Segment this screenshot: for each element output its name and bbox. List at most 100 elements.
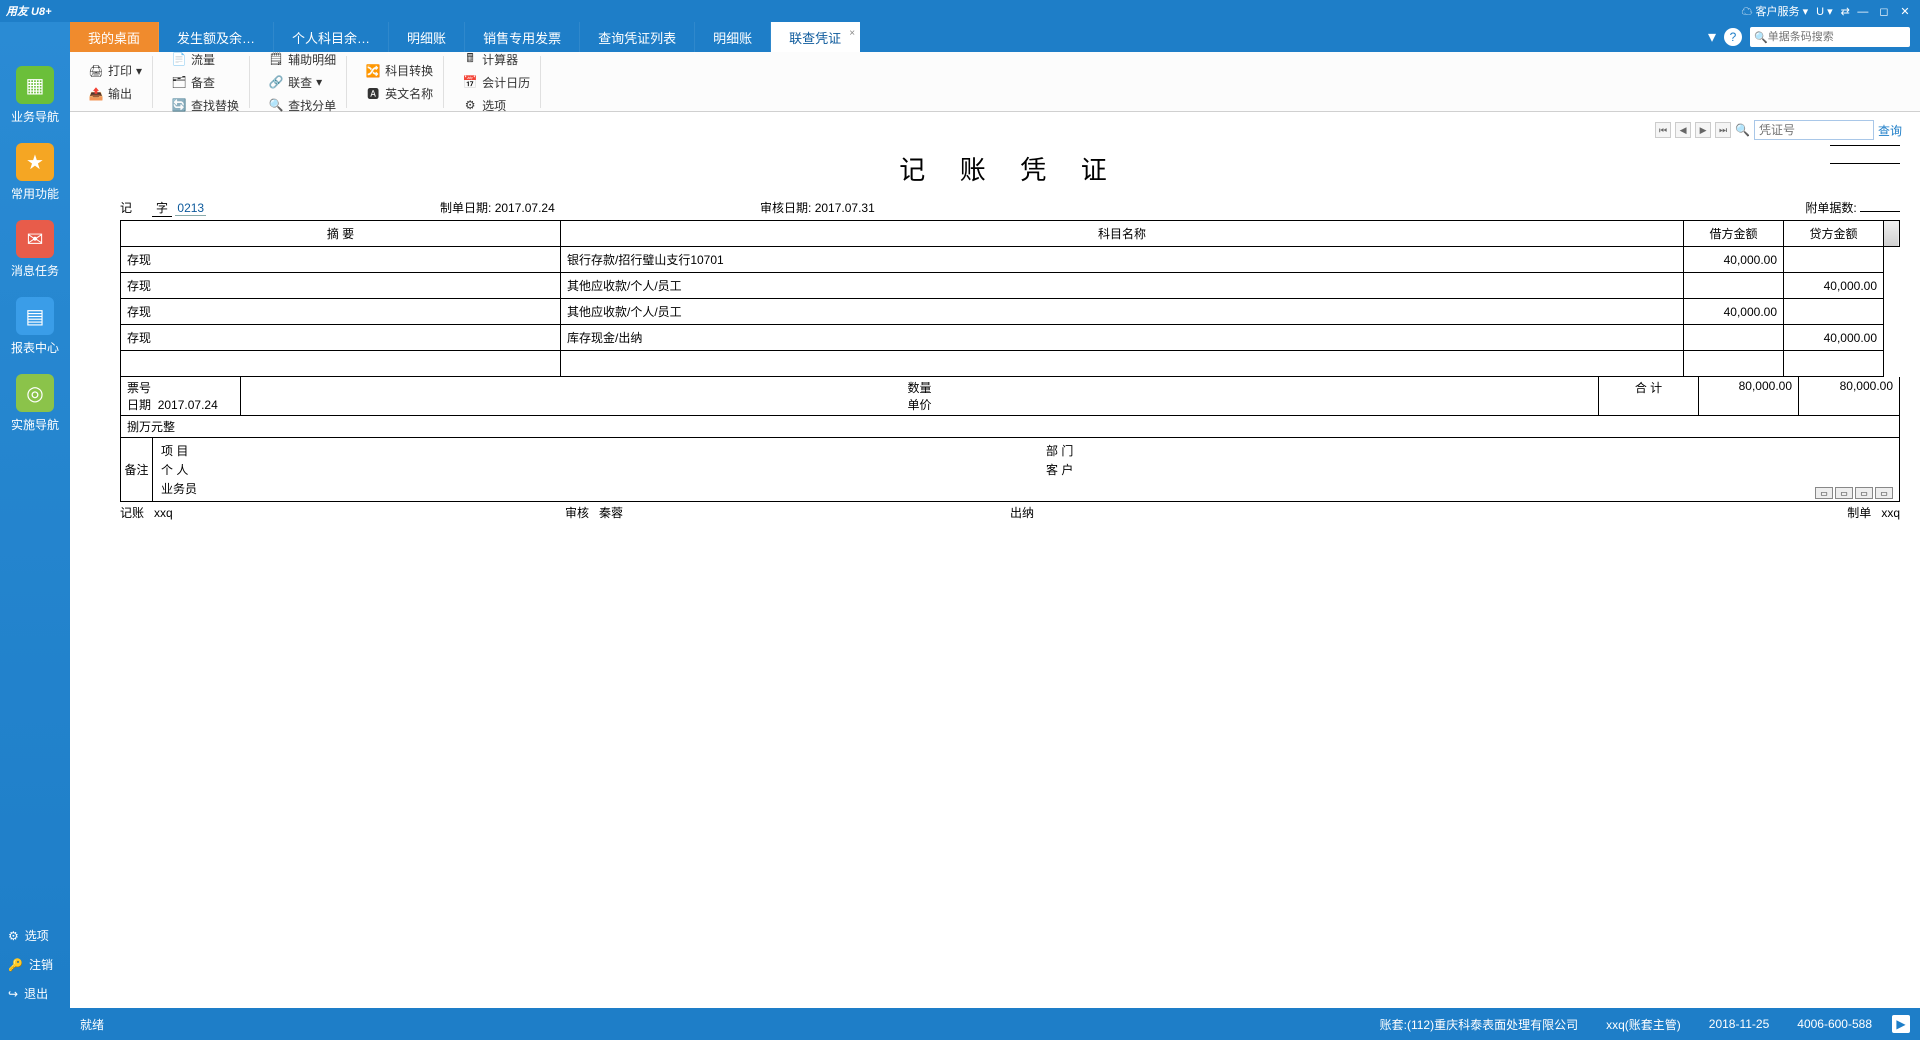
table-row[interactable]: 存现其他应收款/个人/员工40,000.00 (121, 299, 1900, 325)
nav-messages-label: 消息任务 (11, 264, 59, 278)
nav-common[interactable]: ★常用功能 (0, 137, 70, 214)
nav-impl[interactable]: ◎实施导航 (0, 368, 70, 445)
tab-balance[interactable]: 发生额及余… (159, 22, 274, 52)
fallback-label: 备查 (191, 74, 215, 91)
english-name-button[interactable]: 🅰英文名称 (363, 84, 435, 103)
detail-icon: 🗒 (268, 51, 284, 67)
calculator-button[interactable]: 🖩计算器 (460, 50, 532, 69)
nav-reports[interactable]: ▤报表中心 (0, 291, 70, 368)
tab-close-icon[interactable]: × (849, 28, 855, 39)
tab-personal-subject[interactable]: 个人科目余… (274, 22, 389, 52)
find-icon: 🔄 (171, 97, 187, 113)
next-page-button[interactable]: ▶ (1695, 122, 1711, 138)
status-account: 账套:(112)重庆科泰表面处理有限公司 (1380, 1016, 1578, 1033)
nav-business[interactable]: ▦业务导航 (0, 60, 70, 137)
flow-icon: 📄 (171, 51, 187, 67)
business-icon: ▦ (16, 66, 54, 104)
subjswitch-label: 科目转换 (385, 62, 433, 79)
voucher-title: 记 账 凭 证 (120, 150, 1900, 187)
sign-audit-value: 秦蓉 (599, 506, 623, 520)
pin-icon[interactable]: ⇄ (1841, 5, 1850, 18)
nav-exit-label: 退出 (24, 985, 48, 1002)
table-scrollbar[interactable] (1884, 221, 1900, 247)
mail-icon: ✉ (16, 220, 54, 258)
tab-sales-invoice[interactable]: 销售专用发票 (465, 22, 580, 52)
attach-label: 附单据数: (1805, 201, 1856, 215)
total-label: 合 计 (1599, 377, 1699, 415)
u-menu[interactable]: U ▾ (1816, 5, 1833, 18)
options-button[interactable]: ⚙选项 (460, 96, 532, 115)
attach-icon-2[interactable]: ▭ (1835, 487, 1853, 499)
tab-link-voucher-label: 联查凭证 (789, 31, 841, 46)
remark-label: 备注 (121, 438, 153, 501)
printer-icon: 🖨 (88, 63, 104, 79)
table-row[interactable]: 存现银行存款/招行璧山支行1070140,000.00 (121, 247, 1900, 273)
output-button[interactable]: 📤输出 (86, 84, 144, 103)
archive-icon: 🗂 (171, 74, 187, 90)
ribbon-toolbar: 🖨打印 ▾ 📤输出 📄流量 🗂备查 🔄查找替换 🗒辅助明细 🔗联查 ▾ 🔍查找分… (70, 52, 1920, 112)
nav-logout-label: 注销 (29, 956, 53, 973)
voucher-stub-2 (1830, 150, 1900, 164)
voucher-document: 记 账 凭 证 记 字 0213 制单日期: 2017.07.24 审核日期: … (120, 150, 1900, 521)
status-go-button[interactable]: ▶ (1892, 1015, 1910, 1033)
bill-date-value: 2017.07.24 (158, 398, 218, 412)
status-bar: 就绪 账套:(112)重庆科泰表面处理有限公司 xxq(账套主管) 2018-1… (0, 1008, 1920, 1040)
attach-count[interactable] (1860, 211, 1900, 212)
nav-messages[interactable]: ✉ 消息任务 (0, 214, 70, 291)
fallback-button[interactable]: 🗂备查 (169, 73, 241, 92)
aux-detail-button[interactable]: 🗒辅助明细 (266, 50, 338, 69)
auxdetail-label: 辅助明细 (288, 51, 336, 68)
audit-date-value: 2017.07.31 (815, 201, 875, 215)
qty-label: 数量 (247, 379, 1592, 396)
barcode-search[interactable]: 🔍 (1750, 27, 1910, 47)
report-icon: ▤ (16, 297, 54, 335)
tab-detail-2[interactable]: 明细账 (695, 22, 771, 52)
acct-calendar-button[interactable]: 📅会计日历 (460, 73, 532, 92)
maximize-button[interactable]: ◻ (1875, 5, 1893, 18)
minimize-button[interactable]: — (1854, 6, 1872, 18)
relquery-button[interactable]: 🔗联查 ▾ (266, 73, 338, 92)
output-label: 输出 (108, 85, 132, 102)
print-button[interactable]: 🖨打印 ▾ (86, 61, 144, 80)
find-split-button[interactable]: 🔍查找分单 (266, 96, 338, 115)
title-bar: 用友 U8+ ☁ 客户服务 ▾ U ▾ ⇄ — ◻ ✕ (0, 0, 1920, 22)
opt-label: 选项 (482, 97, 506, 114)
flow-button[interactable]: 📄流量 (169, 50, 241, 69)
nav-exit[interactable]: ↪退出 (0, 979, 70, 1008)
customer-service-menu[interactable]: ☁ 客户服务 ▾ (1741, 3, 1808, 19)
nav-logout[interactable]: 🔑 注销 (0, 950, 70, 979)
barcode-input[interactable] (1768, 31, 1910, 43)
tab-detail-1[interactable]: 明细账 (389, 22, 465, 52)
last-page-button[interactable]: ⏭ (1715, 122, 1731, 138)
left-nav: ▦业务导航 ★常用功能 ✉ 消息任务 ▤报表中心 ◎实施导航 ⚙选项 🔑 注销 ↪退… (0, 22, 70, 1008)
attach-icon-4[interactable]: ▭ (1875, 487, 1893, 499)
col-credit: 贷方金额 (1784, 221, 1884, 247)
tab-desktop[interactable]: 我的桌面 (70, 22, 159, 52)
nav-impl-label: 实施导航 (11, 418, 59, 432)
voucher-number[interactable]: 0213 (175, 201, 206, 216)
tab-overflow-menu[interactable]: ▾ (1708, 27, 1716, 47)
table-row[interactable]: 存现库存现金/出纳40,000.00 (121, 325, 1900, 351)
status-user: xxq(账套主管) (1606, 1016, 1681, 1033)
help-button[interactable]: ? (1724, 28, 1742, 46)
make-date-label: 制单日期: (440, 201, 491, 215)
tab-voucher-list[interactable]: 查询凭证列表 (580, 22, 695, 52)
sign-cashier-label: 出纳 (1010, 506, 1034, 520)
search-icon: 🔍 (1754, 31, 1768, 44)
findrep-label: 查找替换 (191, 97, 239, 114)
price-label: 单价 (247, 396, 1592, 413)
tab-link-voucher[interactable]: 联查凭证 × (771, 22, 860, 52)
first-page-button[interactable]: ⏮ (1655, 122, 1671, 138)
attach-icon-1[interactable]: ▭ (1815, 487, 1833, 499)
close-button[interactable]: ✕ (1896, 5, 1914, 18)
nav-options[interactable]: ⚙选项 (0, 921, 70, 950)
prev-page-button[interactable]: ◀ (1675, 122, 1691, 138)
star-icon: ★ (16, 143, 54, 181)
find-replace-button[interactable]: 🔄查找替换 (169, 96, 241, 115)
status-ready: 就绪 (80, 1016, 104, 1033)
key-icon: 🔑 (8, 958, 23, 972)
table-row[interactable]: 存现其他应收款/个人/员工40,000.00 (121, 273, 1900, 299)
subject-switch-button[interactable]: 🔀科目转换 (363, 61, 435, 80)
calc-icon: 🖩 (462, 51, 478, 67)
attach-icon-3[interactable]: ▭ (1855, 487, 1873, 499)
